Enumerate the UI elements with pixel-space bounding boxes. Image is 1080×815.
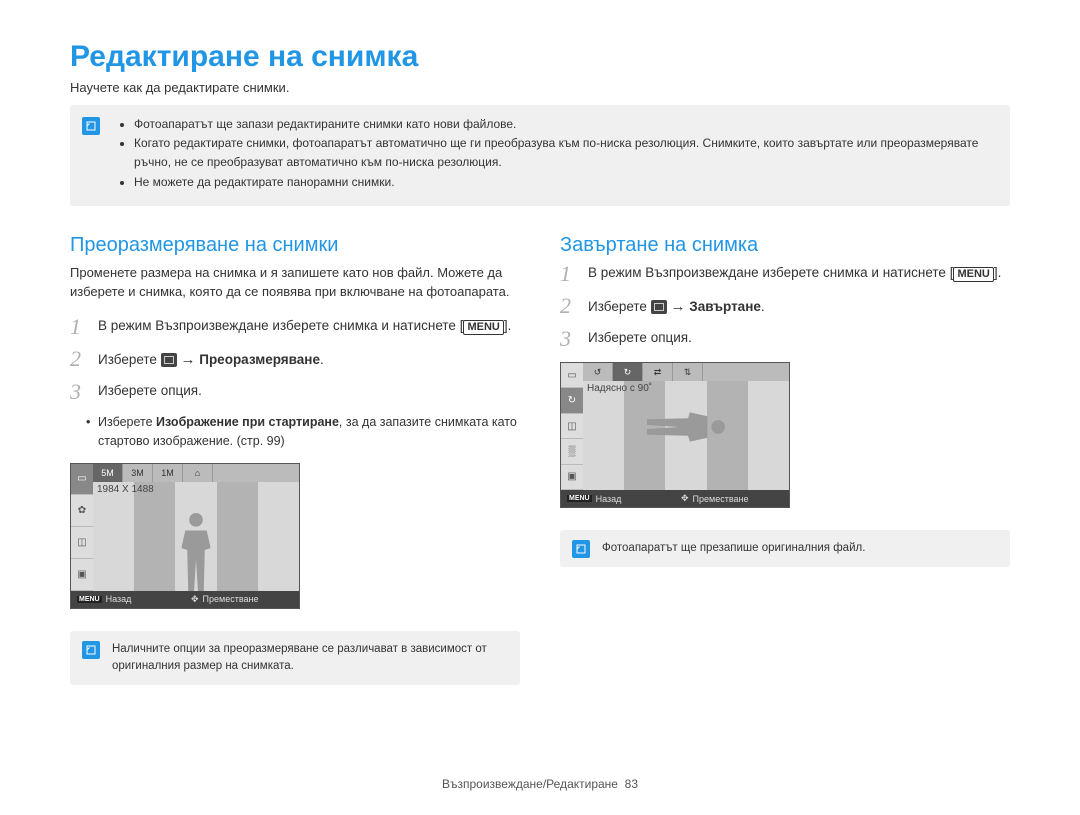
left-column: Преоразмеряване на снимки Променете разм… <box>70 234 520 685</box>
step-number: 2 <box>70 348 88 371</box>
edit-icon <box>651 300 667 314</box>
nav-icon: ✥ <box>191 594 199 605</box>
note-item: Фотоапаратът ще запази редактираните сни… <box>134 115 996 134</box>
right-column: Завъртане на снимка 1 В режим Възпроизве… <box>560 234 1010 685</box>
step-text: Изберете → Завъртане. <box>588 295 765 318</box>
sidebar-option-icon: ▣ <box>71 559 93 591</box>
step-number: 2 <box>560 295 578 318</box>
section-title-rotate: Завъртане на снимка <box>560 234 1010 257</box>
sidebar-option-icon: ◫ <box>561 414 583 439</box>
size-option: 1M <box>153 464 183 482</box>
person-silhouette <box>175 513 217 591</box>
camera-screen-rotate: ▭ ↻ ◫ ▒ ▣ ↺ ↻ ⇄ ⇅ Надясно с 90˚ <box>560 362 790 508</box>
note-item: Не можете да редактирате панорамни снимк… <box>134 173 996 192</box>
sidebar-option-icon: ✿ <box>71 495 93 527</box>
footer-back-label: Назад <box>596 494 622 504</box>
step-text: Изберете опция. <box>98 381 202 403</box>
sidebar-resize-icon: ▭ <box>71 464 93 496</box>
menu-key: MENU <box>463 320 503 335</box>
camera-screen-resize: ▭ ✿ ◫ ▣ 5M 3M 1M ⌂ 1984 X 1488 <box>70 463 300 609</box>
sidebar-option-icon: ▭ <box>561 363 583 388</box>
info-icon <box>82 641 100 659</box>
sidebar-rotate-icon: ↻ <box>561 388 583 413</box>
size-option: ⌂ <box>183 464 213 482</box>
section-title-resize: Преоразмеряване на снимки <box>70 234 520 257</box>
size-option: 3M <box>123 464 153 482</box>
info-icon <box>572 540 590 558</box>
nav-icon: ✥ <box>681 493 689 504</box>
step-text: В режим Възпроизвеждане изберете снимка … <box>98 316 511 338</box>
step-number: 3 <box>560 328 578 350</box>
sidebar-option-icon: ▣ <box>561 465 583 490</box>
section-desc: Променете размера на снимка и я запишете… <box>70 263 520 302</box>
step-text: В режим Възпроизвеждане изберете снимка … <box>588 263 1001 285</box>
option-bullet: Изберете Изображение при стартиране, за … <box>98 413 520 451</box>
footer-move-label: Преместване <box>203 594 259 604</box>
info-icon <box>82 117 100 135</box>
edit-icon <box>161 353 177 367</box>
menu-key-icon: MENU <box>77 596 102 603</box>
rotate-note: Фотоапаратът ще презапише оригиналния фа… <box>560 530 1010 567</box>
step-text: Изберете → Преоразмеряване. <box>98 348 324 371</box>
step-number: 1 <box>560 263 578 285</box>
person-silhouette-rotated <box>647 406 725 448</box>
step-number: 3 <box>70 381 88 403</box>
page-footer: Възпроизвеждане/Редактиране 83 <box>0 777 1080 791</box>
intro-text: Научете как да редактирате снимки. <box>70 80 1010 95</box>
size-option: 5M <box>93 464 123 482</box>
top-note-box: Фотоапаратът ще запази редактираните сни… <box>70 105 1010 206</box>
menu-key: MENU <box>953 267 993 282</box>
footer-move-label: Преместване <box>693 494 749 504</box>
rotate-option: ↺ <box>583 363 613 381</box>
menu-key-icon: MENU <box>567 495 592 502</box>
resize-note: Наличните опции за преоразмеряване се ра… <box>70 631 520 686</box>
note-item: Когато редактирате снимки, фотоапаратът … <box>134 134 996 172</box>
sidebar-option-icon: ▒ <box>561 439 583 464</box>
footer-back-label: Назад <box>106 594 132 604</box>
resolution-label: 1984 X 1488 <box>97 484 154 495</box>
rotate-option: ⇅ <box>673 363 703 381</box>
rotate-label: Надясно с 90˚ <box>587 383 652 394</box>
rotate-option: ⇄ <box>643 363 673 381</box>
page-title: Редактиране на снимка <box>70 40 1010 74</box>
rotate-option: ↻ <box>613 363 643 381</box>
step-text: Изберете опция. <box>588 328 692 350</box>
sidebar-option-icon: ◫ <box>71 527 93 559</box>
step-number: 1 <box>70 316 88 338</box>
